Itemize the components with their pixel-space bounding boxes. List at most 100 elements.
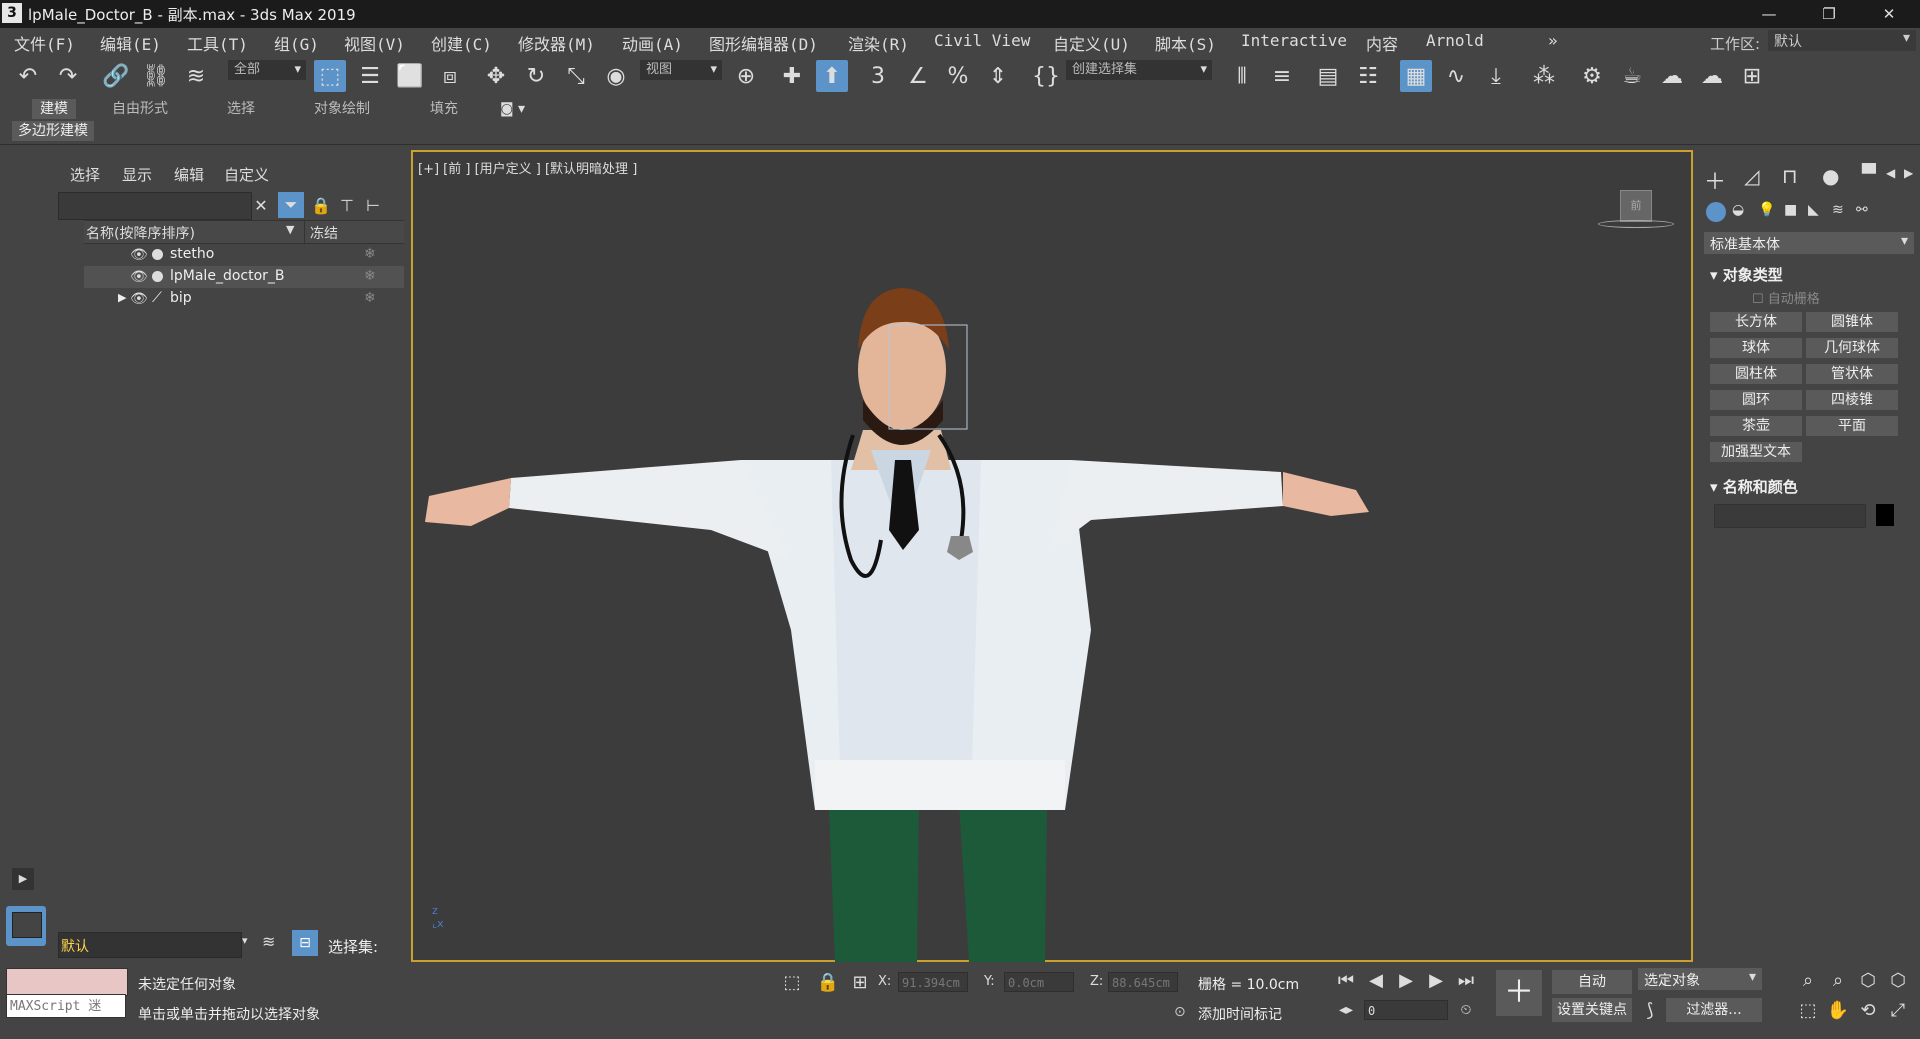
shapes-icon[interactable]: ◒ [1732, 202, 1744, 218]
pivot-center-icon[interactable]: ⊕ [730, 60, 762, 92]
expand-arrow-icon[interactable]: ▶ [118, 291, 126, 304]
cylinder-button[interactable]: 圆柱体 [1710, 364, 1802, 384]
geometry-icon[interactable] [1706, 202, 1726, 222]
chevron-down-icon[interactable]: ▾ [242, 934, 248, 947]
minimize-button[interactable]: — [1746, 0, 1792, 28]
menu-group[interactable]: 组(G) [274, 31, 319, 55]
maxscript-input[interactable]: MAXScript 迷 [6, 994, 126, 1018]
tube-button[interactable]: 管状体 [1806, 364, 1898, 384]
menu-view[interactable]: 视图(V) [344, 31, 405, 55]
torus-button[interactable]: 圆环 [1710, 390, 1802, 410]
column-freeze-header[interactable]: 冻结 [310, 223, 338, 243]
zoom-icon[interactable]: ⌕ [1796, 968, 1820, 992]
maximize-button[interactable]: ❐ [1806, 0, 1852, 28]
orbit-icon[interactable]: ⟲ [1856, 998, 1880, 1022]
scene-row-bip[interactable]: ▶ 👁 ⟋ bip ❄ [84, 288, 404, 310]
layer-dropdown[interactable]: 默认 [58, 932, 242, 958]
key-mode-icon[interactable]: ◂▸ [1334, 998, 1358, 1022]
autogrid-checkbox[interactable]: ☐ 自动栅格 [1752, 288, 1820, 307]
select-by-name-icon[interactable]: ☰ [354, 60, 386, 92]
eye-icon[interactable]: 👁 [130, 269, 148, 285]
y-coordinate-field[interactable]: 0.0cm [1004, 972, 1074, 992]
percent-snap-icon[interactable]: % [942, 60, 974, 92]
auto-key-button[interactable]: 自动 [1552, 970, 1632, 994]
menu-animation[interactable]: 动画(A) [622, 31, 683, 55]
render-dot-icon[interactable] [152, 249, 163, 260]
ribbon-toggle-icon[interactable]: ▦ [1400, 60, 1432, 92]
spacewarps-icon[interactable]: ≋ [1832, 202, 1844, 218]
clear-search-icon[interactable]: ✕ [248, 192, 274, 218]
unlink-icon[interactable]: ⛓ [140, 60, 172, 92]
panel-scroll-right-icon[interactable]: ▶ [1904, 166, 1913, 180]
zoom-extents-all-icon[interactable]: ⬡ [1886, 968, 1910, 992]
scene-menu-edit[interactable]: 编辑 [174, 164, 204, 185]
selection-filter-dropdown[interactable]: 全部 [228, 60, 306, 80]
render-icon[interactable]: ☁ [1696, 60, 1728, 92]
selection-sets-icon[interactable]: ⊟ [292, 930, 318, 956]
tab-modeling[interactable]: 建模 [32, 99, 76, 119]
next-frame-icon[interactable]: ▶ [1424, 968, 1448, 992]
object-type-header[interactable]: ▾ 对象类型 [1710, 264, 1783, 285]
panel-scroll-left-icon[interactable]: ◀ [1886, 166, 1895, 180]
named-selection-dropdown[interactable]: 创建选择集 [1066, 60, 1212, 80]
key-tangent-icon[interactable]: ⟆ [1638, 998, 1662, 1022]
dope-sheet-icon[interactable]: ⤓ [1480, 60, 1512, 92]
column-name-header[interactable]: 名称(按降序排序) [86, 223, 195, 243]
window-crossing-icon[interactable]: ⧈ [434, 60, 466, 92]
expand-arrow-icon[interactable]: ▶ [12, 868, 34, 890]
helpers-icon[interactable]: ◣ [1808, 202, 1819, 218]
pan-icon[interactable]: ✋ [1826, 998, 1850, 1022]
systems-icon[interactable]: ⚯ [1856, 202, 1868, 218]
scene-row-stetho[interactable]: 👁 stetho ❄ [84, 244, 404, 266]
eye-icon[interactable]: 👁 [130, 291, 148, 307]
menu-interactive[interactable]: Interactive [1241, 31, 1347, 50]
maximize-viewport-icon[interactable]: ⤢ [1886, 998, 1910, 1022]
menu-rendering[interactable]: 渲染(R) [848, 31, 909, 55]
lock-icon[interactable]: 🔒 [308, 192, 334, 218]
edit-named-selection-icon[interactable]: {} [1030, 60, 1062, 92]
tab-object-paint[interactable]: 对象绘制 [314, 99, 370, 119]
set-key-button[interactable]: 设置关键点 [1552, 998, 1632, 1022]
scene-menu-display[interactable]: 显示 [122, 164, 152, 185]
align-icon[interactable]: ≡ [1266, 60, 1298, 92]
freeze-icon[interactable]: ❄ [364, 268, 376, 284]
create-tab-icon[interactable]: ＋ [1704, 164, 1726, 196]
snaps-toggle-icon[interactable]: 3 [862, 60, 894, 92]
layer-explorer-icon[interactable]: ☷ [1352, 60, 1384, 92]
scene-menu-select[interactable]: 选择 [70, 164, 100, 185]
scene-search-input[interactable] [58, 192, 252, 220]
ref-coord-dropdown[interactable]: 视图 [640, 60, 722, 80]
menu-create[interactable]: 创建(C) [431, 31, 492, 55]
name-color-header[interactable]: ▾ 名称和颜色 [1710, 476, 1798, 497]
field-of-view-icon[interactable]: ⬚ [1796, 998, 1820, 1022]
viewport-layout-icon[interactable] [6, 906, 46, 946]
menu-customize[interactable]: 自定义(U) [1053, 31, 1130, 55]
menu-tools[interactable]: 工具(T) [187, 31, 248, 55]
close-button[interactable]: ✕ [1866, 0, 1912, 28]
cone-button[interactable]: 圆锥体 [1806, 312, 1898, 332]
z-coordinate-field[interactable]: 88.645cm [1108, 972, 1178, 992]
menu-arnold[interactable]: Arnold [1426, 31, 1484, 50]
modify-tab-icon[interactable]: ◿ [1744, 164, 1759, 188]
selection-lock-icon[interactable]: 🔒 [816, 970, 840, 994]
layer-hierarchy-icon[interactable]: ⊢ [360, 192, 386, 218]
geosphere-button[interactable]: 几何球体 [1806, 338, 1898, 358]
teapot-button[interactable]: 茶壶 [1710, 416, 1802, 436]
menu-modifiers[interactable]: 修改器(M) [518, 31, 595, 55]
box-button[interactable]: 长方体 [1710, 312, 1802, 332]
scene-menu-customize[interactable]: 自定义 [224, 164, 269, 185]
menu-scripting[interactable]: 脚本(S) [1155, 31, 1216, 55]
absolute-mode-icon[interactable]: ⊞ [848, 970, 872, 994]
eye-icon[interactable]: 👁 [130, 247, 148, 263]
scene-explorer-icon[interactable]: ▤ [1312, 60, 1344, 92]
current-frame-field[interactable]: 0 [1364, 1000, 1448, 1020]
angle-snap-icon[interactable]: ∠ [902, 60, 934, 92]
freeze-icon[interactable]: ❄ [364, 246, 376, 262]
schematic-view-icon[interactable]: ⁂ [1528, 60, 1560, 92]
play-icon[interactable]: ▶ [1394, 968, 1418, 992]
text-plus-button[interactable]: 加强型文本 [1710, 442, 1802, 462]
goto-start-icon[interactable]: ⏮ [1334, 968, 1358, 992]
spinner-snap-icon[interactable]: ⇕ [982, 60, 1014, 92]
render-setup-icon[interactable]: ☕ [1616, 60, 1648, 92]
rect-selection-icon[interactable]: ⬜ [394, 60, 426, 92]
